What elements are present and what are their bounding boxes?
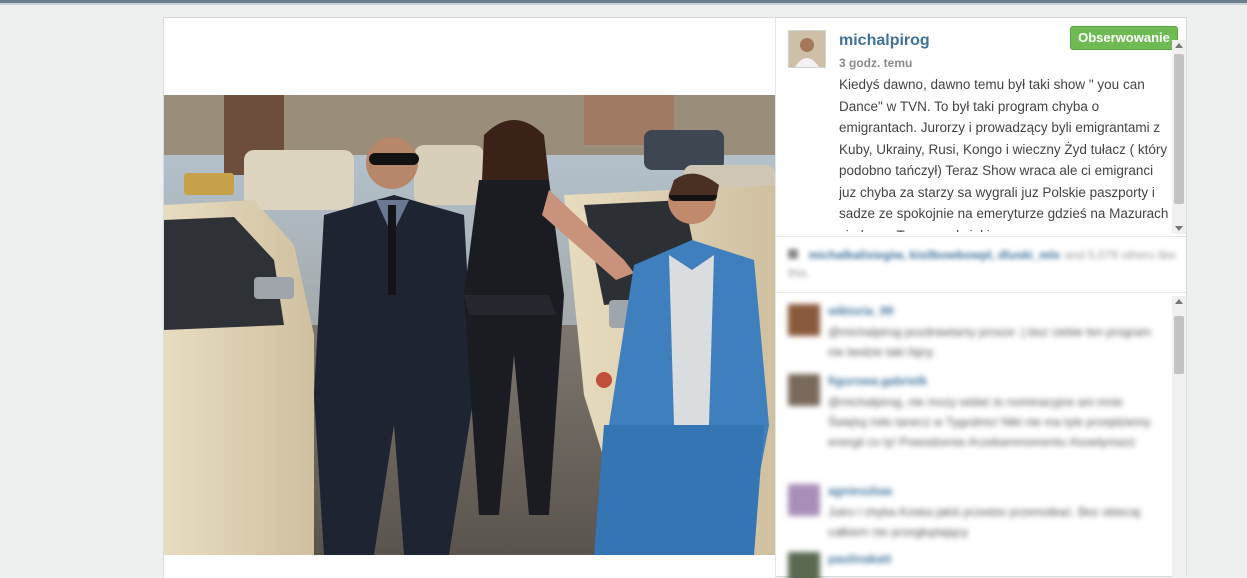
username-link[interactable]: michalpirog <box>839 32 930 50</box>
caption-area: Kiedyś dawno, dawno temu był taki show "… <box>839 74 1171 232</box>
comment-avatar[interactable] <box>788 552 820 578</box>
post-caption: Kiedyś dawno, dawno temu był taki show "… <box>839 77 1169 232</box>
post-modal: michalpirog 3 godz. temu Obserwowanie Ki… <box>163 17 1187 578</box>
avatar-image <box>789 31 825 67</box>
comment-avatar[interactable] <box>788 304 820 336</box>
comment-avatar[interactable] <box>788 374 820 406</box>
photo-pane <box>164 18 776 578</box>
post-photo[interactable] <box>164 95 775 555</box>
comment-text: @michalpirog pozdrawiamy prosze :) bez c… <box>828 325 1151 359</box>
photo-image <box>164 95 775 555</box>
post-sidebar: michalpirog 3 godz. temu Obserwowanie Ki… <box>776 18 1186 578</box>
comments-list: wiktoria_99 @michalpirog pozdrawiamy pro… <box>776 296 1172 578</box>
caption-scrollbar[interactable] <box>1172 40 1186 234</box>
comment-username[interactable]: wiktoria_99 <box>828 304 893 318</box>
scroll-up-arrow-icon[interactable] <box>1175 43 1183 48</box>
scroll-thumb[interactable] <box>1174 54 1184 204</box>
post-timestamp[interactable]: 3 godz. temu <box>839 56 912 70</box>
follow-button[interactable]: Obserwowanie <box>1070 26 1178 50</box>
scroll-thumb[interactable] <box>1174 316 1184 374</box>
comment-avatar[interactable] <box>788 484 820 516</box>
comments-scrollbar[interactable] <box>1172 296 1186 578</box>
separator <box>776 236 1186 237</box>
comment-username[interactable]: agnieszkaa <box>828 484 892 498</box>
heart-icon <box>788 249 798 259</box>
top-strip <box>0 3 1247 5</box>
likes-row: michalkalisiegiw, kisilbowbowpl, dluski_… <box>788 246 1178 282</box>
comment-username[interactable]: paulinakatt <box>828 552 891 566</box>
comment-text: @michalpirog, nie mozy widać to nominacy… <box>828 395 1151 449</box>
comment-username[interactable]: figurowa.gabrielk <box>828 374 927 388</box>
likes-names[interactable]: michalkalisiegiw, kisilbowbowpl, dluski_… <box>808 248 1060 262</box>
scroll-up-arrow-icon[interactable] <box>1175 299 1183 304</box>
separator <box>776 292 1186 293</box>
comment-text: Jutro i chyba Koska jakiś przedze przemo… <box>828 505 1141 539</box>
avatar[interactable] <box>788 30 826 68</box>
scroll-down-arrow-icon[interactable] <box>1175 226 1183 231</box>
